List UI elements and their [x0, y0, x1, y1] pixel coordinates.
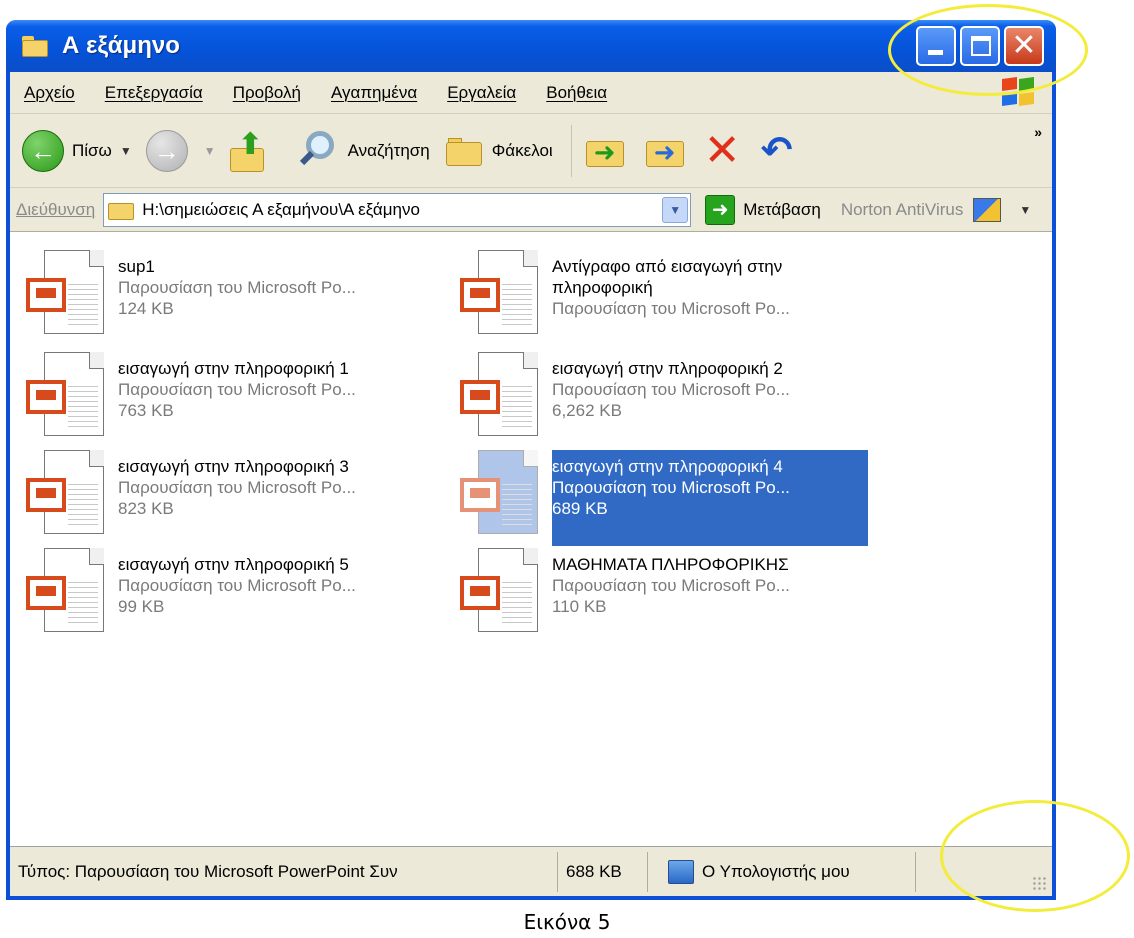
powerpoint-file-icon	[24, 548, 108, 634]
move-to-icon: ➜	[593, 136, 616, 167]
search-button[interactable]: Αναζήτηση	[296, 129, 430, 173]
norton-label: Norton AntiVirus	[840, 199, 964, 219]
back-button[interactable]: ← Πίσω ▼	[22, 129, 132, 172]
file-name: εισαγωγή στην πληροφορική 3	[118, 457, 349, 476]
back-arrow-icon: ←	[22, 129, 64, 172]
menu-help[interactable]: Βοήθεια	[546, 83, 607, 103]
go-label: Μετάβαση	[743, 199, 821, 219]
file-size: 6,262 KB	[552, 401, 622, 420]
menu-view[interactable]: Προβολή	[233, 83, 301, 103]
figure-caption: Εικόνα 5	[523, 910, 611, 934]
powerpoint-file-icon	[24, 352, 108, 438]
file-name: εισαγωγή στην πληροφορική 1	[118, 359, 349, 378]
highlight-circle-caption-buttons	[888, 4, 1088, 96]
file-item[interactable]: ΜΑΘΗΜΑΤΑ ΠΛΗΡΟΦΟΡΙΚΗΣ Παρουσίαση του Micr…	[458, 548, 898, 644]
menu-edit[interactable]: Επεξεργασία	[105, 83, 203, 103]
copy-to-icon: ➜	[653, 136, 676, 167]
address-label: Διεύθυνση	[16, 199, 96, 219]
file-size: 689 KB	[552, 499, 608, 518]
folder-icon	[108, 199, 136, 221]
file-type: Παρουσίαση του Microsoft Po...	[552, 299, 790, 318]
file-size: 110 KB	[552, 597, 607, 616]
folders-button[interactable]: Φάκελοι	[444, 134, 553, 168]
address-dropdown-button[interactable]: ▼	[662, 196, 689, 223]
powerpoint-file-icon	[24, 250, 108, 336]
up-folder-button[interactable]: ⬆	[229, 127, 266, 172]
norton-dropdown-icon[interactable]: ▼	[1019, 203, 1031, 217]
file-size: 763 KB	[118, 401, 174, 420]
highlight-circle-resize-grip	[940, 800, 1130, 912]
menu-file[interactable]: Αρχείο	[24, 83, 75, 103]
status-type: Τύπος: Παρουσίαση του Microsoft PowerPoi…	[10, 851, 558, 892]
powerpoint-file-icon	[458, 450, 542, 536]
file-name: εισαγωγή στην πληροφορική 4	[552, 457, 783, 476]
folders-icon	[444, 134, 484, 168]
status-bar: Τύπος: Παρουσίαση του Microsoft PowerPoi…	[10, 846, 1052, 896]
window-title: Α εξάμηνο	[62, 32, 180, 59]
file-type: Παρουσίαση του Microsoft Po...	[552, 478, 790, 497]
menu-bar: Αρχείο Επεξεργασία Προβολή Αγαπημένα Εργ…	[10, 72, 1052, 114]
norton-antivirus-icon[interactable]	[973, 197, 1002, 222]
go-arrow-icon: ➜	[705, 194, 736, 225]
file-name: ΜΑΘΗΜΑΤΑ ΠΛΗΡΟΦΟΡΙΚΗΣ	[552, 555, 789, 574]
file-item[interactable]: εισαγωγή στην πληροφορική 3 Παρουσίαση το…	[24, 450, 464, 546]
file-type: Παρουσίαση του Microsoft Po...	[118, 576, 356, 595]
status-size-text: 688 KB	[566, 861, 622, 881]
file-type: Παρουσίαση του Microsoft Po...	[118, 478, 356, 497]
address-input[interactable]: H:\σημειώσεις Α εξαμήνου\Α εξάμηνο ▼	[103, 192, 692, 227]
file-type: Παρουσίαση του Microsoft Po...	[118, 380, 356, 399]
forward-arrow-icon: →	[145, 129, 188, 172]
file-type: Παρουσίαση του Microsoft Po...	[118, 278, 356, 297]
go-button[interactable]: ➜ Μετάβαση	[705, 194, 821, 225]
status-size: 688 KB	[558, 851, 648, 892]
menu-favorites[interactable]: Αγαπημένα	[331, 83, 417, 103]
computer-icon	[668, 859, 694, 884]
file-item-selected[interactable]: εισαγωγή στην πληροφορική 4 Παρουσίαση το…	[458, 450, 898, 546]
forward-dropdown-icon[interactable]: ▼	[204, 144, 216, 158]
menu-tools[interactable]: Εργαλεία	[447, 83, 516, 103]
file-list: sup1 Παρουσίαση του Microsoft Po... 124 KB…	[10, 232, 1052, 846]
explorer-window: Α εξάμηνο ✕ Αρχείο Επεξεργασία Προβολή Α…	[6, 20, 1056, 900]
folders-label: Φάκελοι	[491, 140, 553, 160]
back-dropdown-icon[interactable]: ▼	[120, 144, 132, 158]
toolbar-separator	[570, 124, 572, 177]
file-name: Αντίγραφο από εισαγωγή στην πληροφορική	[552, 257, 783, 297]
search-icon	[296, 129, 340, 173]
file-name: sup1	[118, 257, 155, 276]
file-item[interactable]: εισαγωγή στην πληροφορική 1 Παρουσίαση το…	[24, 352, 464, 448]
file-name: εισαγωγή στην πληροφορική 5	[118, 555, 349, 574]
file-size: 124 KB	[118, 299, 174, 318]
forward-button[interactable]: → ▼	[145, 129, 216, 172]
status-location-text: Ο Υπολογιστής μου	[702, 861, 850, 881]
file-size: 823 KB	[118, 499, 174, 518]
toolbar: ← Πίσω ▼ → ▼ ⬆ Αναζήτηση Φάκελοι ➜ ➜ ✕ ↶…	[10, 114, 1052, 188]
up-arrow-icon: ⬆	[237, 127, 263, 161]
delete-button[interactable]: ✕	[704, 128, 741, 172]
powerpoint-file-icon	[458, 250, 542, 336]
file-size: 99 KB	[118, 597, 165, 616]
powerpoint-file-icon	[24, 450, 108, 536]
move-to-button[interactable]: ➜	[584, 131, 628, 171]
powerpoint-file-icon	[458, 352, 542, 438]
file-item[interactable]: sup1 Παρουσίαση του Microsoft Po... 124 KB	[24, 250, 464, 346]
toolbar-overflow-icon[interactable]: »	[1034, 124, 1042, 140]
undo-button[interactable]: ↶	[761, 131, 793, 171]
back-label: Πίσω	[72, 140, 112, 160]
file-name: εισαγωγή στην πληροφορική 2	[552, 359, 783, 378]
powerpoint-file-icon	[458, 548, 542, 634]
folder-icon	[20, 34, 52, 58]
status-location: Ο Υπολογιστής μου	[648, 851, 916, 892]
file-item[interactable]: εισαγωγή στην πληροφορική 5 Παρουσίαση το…	[24, 548, 464, 644]
file-item[interactable]: εισαγωγή στην πληροφορική 2 Παρουσίαση το…	[458, 352, 898, 448]
address-bar: Διεύθυνση H:\σημειώσεις Α εξαμήνου\Α εξά…	[10, 188, 1052, 232]
file-type: Παρουσίαση του Microsoft Po...	[552, 380, 790, 399]
file-item[interactable]: Αντίγραφο από εισαγωγή στην πληροφορική Π…	[458, 250, 898, 346]
file-type: Παρουσίαση του Microsoft Po...	[552, 576, 790, 595]
address-value: H:\σημειώσεις Α εξαμήνου\Α εξάμηνο	[142, 199, 420, 219]
copy-to-button[interactable]: ➜	[644, 131, 688, 171]
search-label: Αναζήτηση	[347, 140, 430, 160]
status-type-text: Τύπος: Παρουσίαση του Microsoft PowerPoi…	[18, 861, 398, 881]
